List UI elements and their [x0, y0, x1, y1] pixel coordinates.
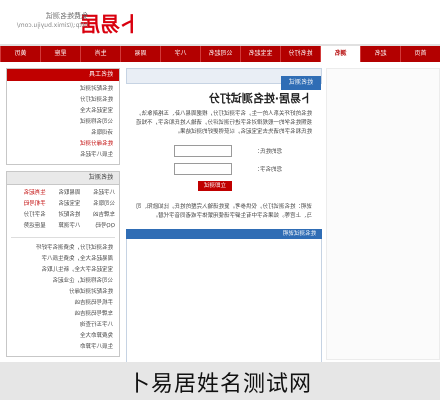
- right-sidebar: 姓名工具 姓名配对测试 姓名测试打分 宝宝起名大全 公司名称测试 诗词取名 姓名缘分测试生…: [6, 68, 120, 358]
- nav-item[interactable]: 测名: [320, 46, 360, 62]
- sidebar-link[interactable]: 宝宝起名大全: [13, 106, 113, 117]
- nav-item[interactable]: 首页: [400, 46, 440, 62]
- sidebar-article-link[interactable]: 手机号码测吉凶: [13, 298, 113, 309]
- main-nav: 首页 起名 测名 姓名打分 宝宝起名 公司起名 八字 周易 生肖 星座 黄历: [0, 46, 440, 62]
- divider: [11, 237, 115, 238]
- sidebar-grid-link[interactable]: 手机号码: [11, 199, 46, 210]
- sidebar-article-link[interactable]: 八字五行查询: [13, 320, 113, 331]
- name-label: 您的名字：: [254, 167, 282, 173]
- sidebar-grid-link[interactable]: QQ号码: [80, 221, 115, 232]
- sidebar-grid-link[interactable]: 姓名配对: [46, 210, 80, 221]
- sidebar-grid-link[interactable]: 星座运势: [11, 221, 46, 232]
- name-input[interactable]: [174, 163, 232, 175]
- sidebar-grid-link[interactable]: 周易取名: [46, 188, 80, 199]
- sidebar-grid-link[interactable]: 公司取名: [80, 199, 115, 210]
- sidebar-grid-link[interactable]: 八字起名: [80, 188, 115, 199]
- name-row: 您的名字：: [136, 163, 282, 175]
- side-blank-panel: [326, 68, 440, 360]
- sidebar-grid-link[interactable]: 车牌吉凶: [80, 210, 115, 221]
- sidebar-grid-link[interactable]: 宝宝起名: [46, 199, 80, 210]
- sidebar-link[interactable]: 姓名缘分测试: [13, 139, 113, 150]
- surname-input[interactable]: [174, 145, 232, 157]
- name-test-form: 您的姓氏： 您的名字： 立即测试: [126, 137, 322, 191]
- logo-mark: 卜易居: [80, 12, 140, 36]
- notes-text: 说明：姓名测试打分，仅供参考。复姓请输入完整的姓氏，比如欧阳、司马、上官等。如果…: [135, 204, 312, 219]
- section-header: 姓名测试说明: [126, 229, 322, 239]
- logo-url: http://zimix.buyiju.com/: [16, 22, 88, 29]
- nav-item[interactable]: 星座: [40, 46, 80, 62]
- sidebar-link-list: 姓名测试打分，免费测名字好坏 周易起名大全，免费生辰八字 宝宝起名字大全，新生儿取名…: [7, 240, 119, 356]
- nav-item[interactable]: 公司起名: [200, 46, 240, 62]
- submit-button[interactable]: 立即测试: [198, 181, 232, 191]
- nav-item[interactable]: 生肖: [80, 46, 120, 62]
- surname-row: 您的姓氏：: [136, 145, 282, 157]
- sidebar-link[interactable]: 公司名称测试: [13, 117, 113, 128]
- sidebar-article-link[interactable]: 宝宝起名字大全，新生儿取名: [13, 265, 113, 276]
- sidebar-box-title: 姓名工具: [7, 69, 119, 81]
- sidebar-grid-link[interactable]: 生肖起名: [11, 188, 46, 199]
- sidebar-article-link[interactable]: 免费算命大全: [13, 331, 113, 342]
- surname-label: 您的姓氏：: [254, 149, 282, 155]
- sidebar-link[interactable]: 生辰八字起名: [13, 150, 113, 161]
- sidebar-article-link[interactable]: 周易起名大全，免费生辰八字: [13, 254, 113, 265]
- content-tab-bar: 姓名测试: [126, 68, 322, 90]
- main-content: 姓名测试 卜易居·姓名测试打分 姓名的好坏关系人的一生，名字测试打分，根据周易八…: [126, 68, 322, 362]
- screenshot-mirrored: 卜易居 免费姓名测试 http://zimix.buyiju.com/ 首页 起名…: [0, 0, 440, 362]
- nav-item[interactable]: 姓名打分: [280, 46, 320, 62]
- sidebar-grid-link[interactable]: 名字打分: [11, 210, 46, 221]
- sidebar-test-grid: 八字起名 周易取名 生肖起名公司取名 宝宝起名 手机号码车牌吉凶 姓名配对 名字打分 QQ号码…: [7, 185, 119, 235]
- sidebar-grid-link[interactable]: 八字测算: [46, 221, 80, 232]
- section-body: [126, 239, 322, 362]
- sidebar-tool-list: 姓名配对测试 姓名测试打分 宝宝起名大全 公司名称测试 诗词取名 姓名缘分测试 生辰八字起名: [7, 81, 119, 164]
- nav-item[interactable]: 起名: [360, 46, 400, 62]
- intro-text: 姓名的好坏关系人的一生，名字测试打分，根据周易八卦、五格剖象法，按照姓名学的一般…: [135, 111, 312, 135]
- caption-text: 卜易居姓名测试网: [127, 372, 312, 397]
- logo-slogan: 免费姓名测试: [46, 12, 88, 20]
- nav-item[interactable]: 黄历: [0, 46, 40, 62]
- sidebar-article-link[interactable]: 姓名测试打分，免费测名字好坏: [13, 243, 113, 254]
- nav-item[interactable]: 周易: [120, 46, 160, 62]
- sidebar-box-tests: 姓名测试 八字起名 周易取名 生肖起名公司取名 宝宝起名 手机号码车牌吉凶 姓名配对 名字打…: [6, 171, 120, 357]
- sidebar-box-tools: 姓名工具 姓名配对测试 姓名测试打分 宝宝起名大全 公司名称测试 诗词取名 姓名缘分测试生…: [6, 68, 120, 165]
- sidebar-link[interactable]: 诗词取名: [13, 128, 113, 139]
- sidebar-article-link[interactable]: 生辰八字算命: [13, 342, 113, 353]
- nav-item[interactable]: 八字: [160, 46, 200, 62]
- sidebar-link[interactable]: 姓名测试打分: [13, 95, 113, 106]
- submit-row: 立即测试: [136, 181, 282, 191]
- sidebar-box-title: 姓名测试: [7, 172, 119, 185]
- site-logo[interactable]: 卜易居 免费姓名测试 http://zimix.buyiju.com/: [17, 8, 140, 36]
- nav-item[interactable]: 宝宝起名: [240, 46, 280, 62]
- sidebar-link[interactable]: 姓名配对测试: [13, 84, 113, 95]
- sidebar-article-link[interactable]: 公司名称测试，企业起名: [13, 276, 113, 287]
- tab-name-test[interactable]: 姓名测试: [280, 76, 321, 90]
- top-header: 卜易居 免费姓名测试 http://zimix.buyiju.com/: [0, 0, 440, 44]
- sidebar-article-link[interactable]: 车牌号码测吉凶: [13, 309, 113, 320]
- sidebar-article-link[interactable]: 姓名配对测试缘分: [13, 287, 113, 298]
